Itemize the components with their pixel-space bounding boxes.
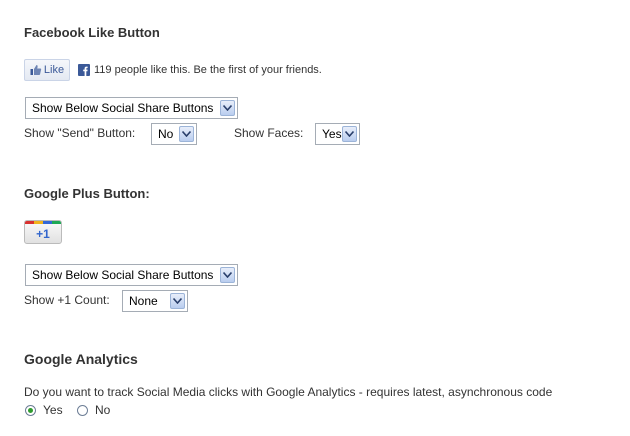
google-plus-one-label: +1 [36,227,50,241]
analytics-yes-label[interactable]: Yes [43,403,63,417]
facebook-logo-icon [78,64,90,76]
facebook-position-value: Show Below Social Share Buttons [32,101,214,115]
chevron-down-icon [170,293,185,309]
facebook-position-select[interactable]: Show Below Social Share Buttons [25,97,238,119]
analytics-no-radio[interactable] [77,405,88,416]
google-plus-section-heading: Google Plus Button: [24,186,150,201]
chevron-down-icon [220,100,235,116]
facebook-like-button[interactable]: Like [24,59,70,81]
send-button-label: Show "Send" Button: [24,126,136,140]
send-button-value: No [158,127,174,141]
chevron-down-icon [342,126,357,142]
analytics-question-text: Do you want to track Social Media clicks… [24,385,553,399]
analytics-no-label[interactable]: No [95,403,110,417]
google-plus-position-select[interactable]: Show Below Social Share Buttons [25,264,238,286]
google-plus-one-button[interactable]: +1 [24,220,62,244]
plus-one-count-value: None [129,294,158,308]
send-button-select[interactable]: No [151,123,197,145]
analytics-yes-radio[interactable] [25,405,36,416]
chevron-down-icon [179,126,194,142]
facebook-section-heading: Facebook Like Button [24,25,160,40]
facebook-like-label: Like [43,64,65,76]
show-faces-label: Show Faces: [234,126,304,140]
facebook-like-count-text: 119 people like this. Be the first of yo… [94,64,322,76]
google-color-stripe [25,221,61,224]
plus-one-count-select[interactable]: None [122,290,188,312]
plus-one-count-label: Show +1 Count: [24,293,110,307]
show-faces-select[interactable]: Yes [315,123,360,145]
chevron-down-icon [220,267,235,283]
show-faces-value: Yes [322,127,342,141]
google-analytics-section-heading: Google Analytics [24,351,138,367]
google-plus-position-value: Show Below Social Share Buttons [32,268,214,282]
thumbs-up-icon [30,64,42,76]
